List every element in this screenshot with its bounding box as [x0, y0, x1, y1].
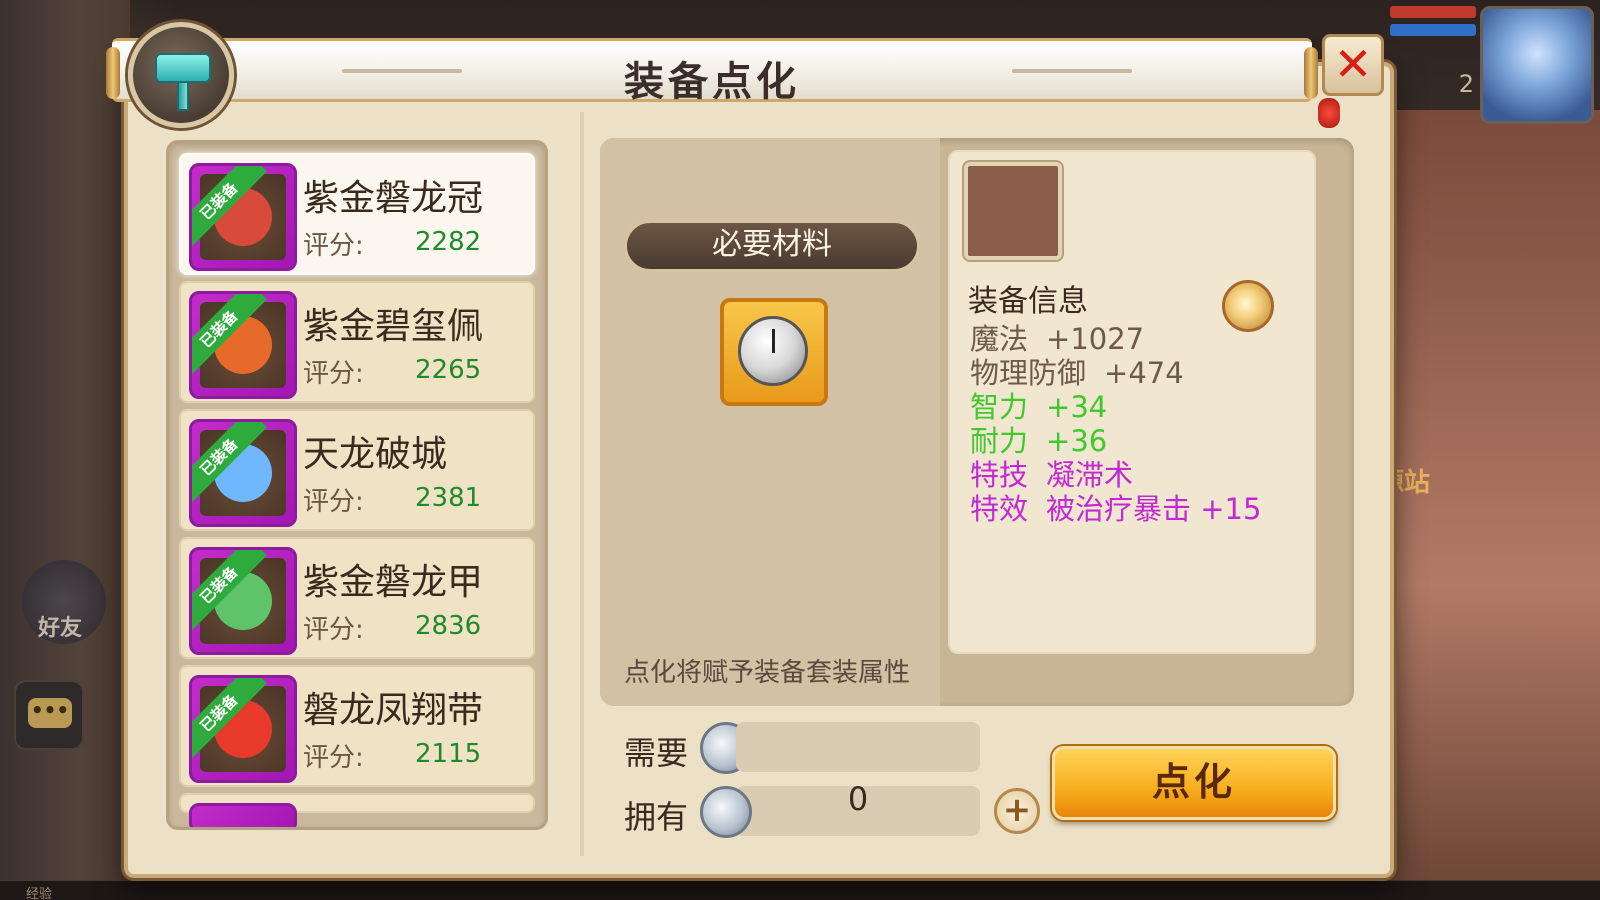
item-score-label: 评分: — [303, 487, 364, 517]
equipment-item-partial[interactable] — [179, 793, 535, 827]
chat-bubble-icon: ••• — [28, 698, 72, 728]
equipment-item-0[interactable]: 已装备 紫金磐龙冠 评分: 2282 — [179, 153, 535, 275]
close-button[interactable]: ✕ — [1322, 34, 1384, 96]
coin-icon[interactable] — [1222, 280, 1274, 332]
equipment-item-3[interactable]: 已装备 紫金磐龙甲 评分: 2836 — [179, 537, 535, 659]
player-avatar[interactable] — [1480, 6, 1594, 124]
armor-icon: 已装备 — [189, 547, 297, 655]
item-name: 天龙破城 — [303, 434, 448, 475]
equipment-info-title: 装备信息 — [968, 284, 1088, 319]
stat-effect: 特效 被治疗暴击 +15 — [970, 486, 1261, 528]
item-name: 紫金碧玺佩 — [303, 306, 484, 347]
crown-icon: 已装备 — [189, 163, 297, 271]
lantern-icon — [1318, 98, 1340, 128]
mp-bar — [1390, 24, 1476, 36]
hammer-head — [155, 53, 211, 83]
item-name: 紫金磐龙冠 — [303, 178, 484, 219]
need-value-bar — [736, 722, 980, 772]
add-currency-button[interactable]: + — [994, 788, 1040, 834]
stopwatch-icon[interactable] — [720, 298, 828, 406]
exp-label: 经验 — [26, 887, 53, 900]
background-left-scene — [0, 0, 130, 900]
hp-bar — [1390, 6, 1476, 18]
pendant-icon: 已装备 — [189, 291, 297, 399]
belt-icon: 已装备 — [189, 675, 297, 783]
refine-button[interactable]: 点化 — [1052, 746, 1336, 820]
chat-button[interactable]: ••• — [14, 680, 84, 750]
item-score-value: 2381 — [415, 483, 482, 513]
dialog-title-bar: 装备点化 — [106, 38, 1318, 105]
stat-value: 被治疗暴击 +15 — [1046, 492, 1262, 526]
player-status-bars — [1390, 6, 1476, 46]
item-icon-partial — [189, 803, 297, 827]
stopwatch-face — [738, 316, 808, 386]
equipment-item-4[interactable]: 已装备 磐龙凤翔带 评分: 2115 — [179, 665, 535, 787]
own-label: 拥有 — [624, 798, 689, 836]
item-score-label: 评分: — [303, 231, 364, 261]
equipment-item-1[interactable]: 已装备 紫金碧玺佩 评分: 2265 — [179, 281, 535, 403]
need-label: 需要 — [624, 734, 689, 772]
item-score-label: 评分: — [303, 743, 364, 773]
stat-key: 特效 — [970, 492, 1029, 526]
exp-bar: 经验 — [0, 880, 1600, 900]
panel-divider — [580, 112, 584, 856]
equipment-list[interactable]: 已装备 紫金磐龙冠 评分: 2282 已装备 紫金碧玺佩 评分: 2265 已装… — [166, 140, 548, 830]
refine-hint: 点化将赋予装备套装属性 — [624, 658, 911, 688]
hammer-handle — [177, 81, 189, 111]
item-name: 紫金磐龙甲 — [303, 562, 484, 603]
stat-value: +474 — [1104, 356, 1184, 390]
equipment-slot[interactable] — [964, 162, 1062, 260]
item-score-label: 评分: — [303, 359, 364, 389]
owned-amount: 0 — [847, 780, 869, 818]
required-materials-banner: 必要材料 — [624, 220, 920, 272]
item-score-value: 2836 — [415, 611, 482, 641]
item-score-value: 2115 — [415, 739, 482, 769]
item-name: 磐龙凤翔带 — [303, 690, 484, 731]
hammer-icon — [128, 22, 234, 128]
weapon-icon: 已装备 — [189, 419, 297, 527]
player-level: 2 — [1458, 70, 1474, 98]
background-right-scene — [1370, 110, 1600, 900]
dialog-title: 装备点化 — [624, 59, 800, 105]
friend-label: 好友 — [38, 616, 83, 641]
equipment-item-2[interactable]: 已装备 天龙破城 评分: 2381 — [179, 409, 535, 531]
friend-button[interactable]: 好友 — [22, 560, 106, 644]
item-score-label: 评分: — [303, 615, 364, 645]
item-score-value: 2265 — [415, 355, 482, 385]
item-score-value: 2282 — [415, 227, 482, 257]
